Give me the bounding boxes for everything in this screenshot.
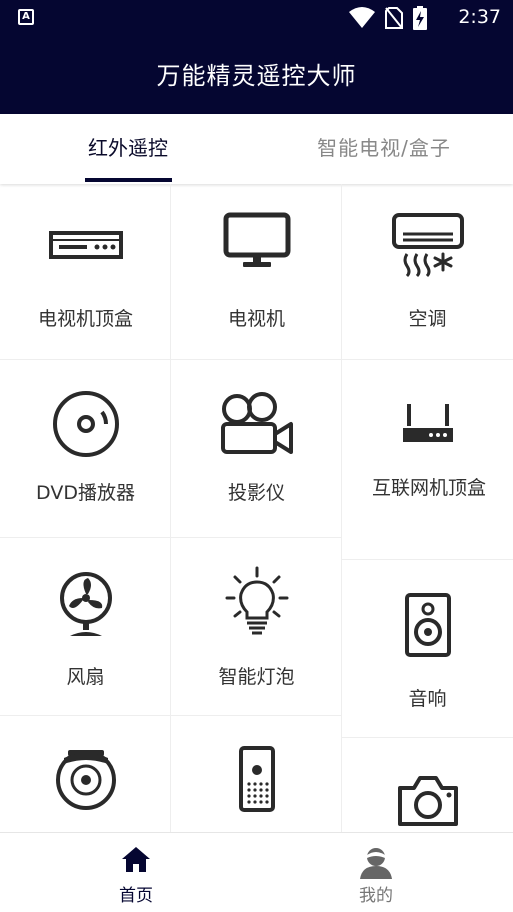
set-top-box-icon — [48, 231, 123, 259]
status-icons — [349, 6, 427, 30]
camera-icon — [397, 776, 458, 826]
wifi-icon — [349, 7, 375, 28]
app-title: 万能精灵遥控大师 — [156, 62, 357, 90]
battery-charging-icon — [413, 6, 427, 30]
robot-vacuum-icon — [55, 750, 116, 810]
tab-indicator — [85, 178, 172, 182]
device-item-robot-vacuum[interactable] — [0, 716, 171, 832]
device-label: 智能灯泡 — [218, 666, 295, 688]
device-label: 投影仪 — [227, 482, 285, 504]
device-label: 电视机 — [227, 308, 285, 330]
device-item-dvd[interactable]: DVD播放器 — [0, 360, 171, 538]
status-bar: A 2:37 — [0, 0, 513, 36]
device-column: 电视机 投影仪 智能灯泡 — [171, 184, 342, 832]
tv-icon — [223, 212, 290, 267]
device-label: DVD播放器 — [36, 482, 135, 504]
device-grid: 电视机顶盒 DVD播放器 风扇 电视机 投影仪 智能灯泡 空调 互联网机顶盒 音… — [0, 184, 513, 832]
device-item-speaker[interactable]: 音响 — [342, 560, 513, 738]
router-box-icon — [402, 404, 453, 442]
nav-home[interactable]: 首页 — [8, 833, 264, 912]
fan-icon — [59, 572, 112, 636]
nav-mine[interactable]: 我的 — [248, 833, 504, 912]
app-bar: 万能精灵遥控大师 — [0, 36, 513, 114]
device-item-projector[interactable]: 投影仪 — [171, 360, 342, 538]
bottom-navigation: 首页 我的 — [0, 832, 513, 912]
device-column: 空调 互联网机顶盒 音响 — [342, 184, 513, 832]
device-item-fan[interactable]: 风扇 — [0, 538, 171, 716]
device-column: 电视机顶盒 DVD播放器 风扇 — [0, 184, 171, 832]
device-item-iptv-box[interactable]: 互联网机顶盒 — [342, 360, 513, 560]
no-sim-icon — [385, 7, 403, 29]
tab-smart-tv-box[interactable]: 智能电视/盒子 — [256, 114, 512, 184]
device-item-air-conditioner[interactable]: 空调 — [342, 184, 513, 360]
dvd-disc-icon — [52, 391, 119, 457]
user-icon — [360, 848, 392, 879]
device-item-camera[interactable] — [342, 738, 513, 832]
air-purifier-icon — [238, 746, 275, 812]
projector-camera-icon — [220, 392, 293, 454]
speaker-icon — [404, 593, 451, 657]
home-icon — [122, 847, 150, 872]
device-label: 电视机顶盒 — [37, 308, 133, 330]
air-conditioner-icon — [391, 213, 464, 278]
accessibility-icon: A — [18, 9, 34, 25]
device-item-air-purifier[interactable] — [171, 716, 342, 832]
nav-home-label: 首页 — [119, 886, 153, 906]
device-item-smart-bulb[interactable]: 智能灯泡 — [171, 538, 342, 716]
device-label: 空调 — [408, 308, 447, 330]
device-item-tv[interactable]: 电视机 — [171, 184, 342, 360]
tab-bar: 红外遥控 智能电视/盒子 — [0, 114, 513, 184]
device-label: 音响 — [408, 688, 447, 710]
device-label: 互联网机顶盒 — [372, 477, 487, 499]
nav-mine-label: 我的 — [359, 886, 393, 906]
tab-infrared-remote[interactable]: 红外遥控 — [0, 114, 256, 184]
light-bulb-icon — [225, 566, 288, 635]
clock: 2:37 — [458, 6, 501, 28]
device-label: 风扇 — [66, 666, 105, 688]
device-item-set-top-box[interactable]: 电视机顶盒 — [0, 184, 171, 360]
